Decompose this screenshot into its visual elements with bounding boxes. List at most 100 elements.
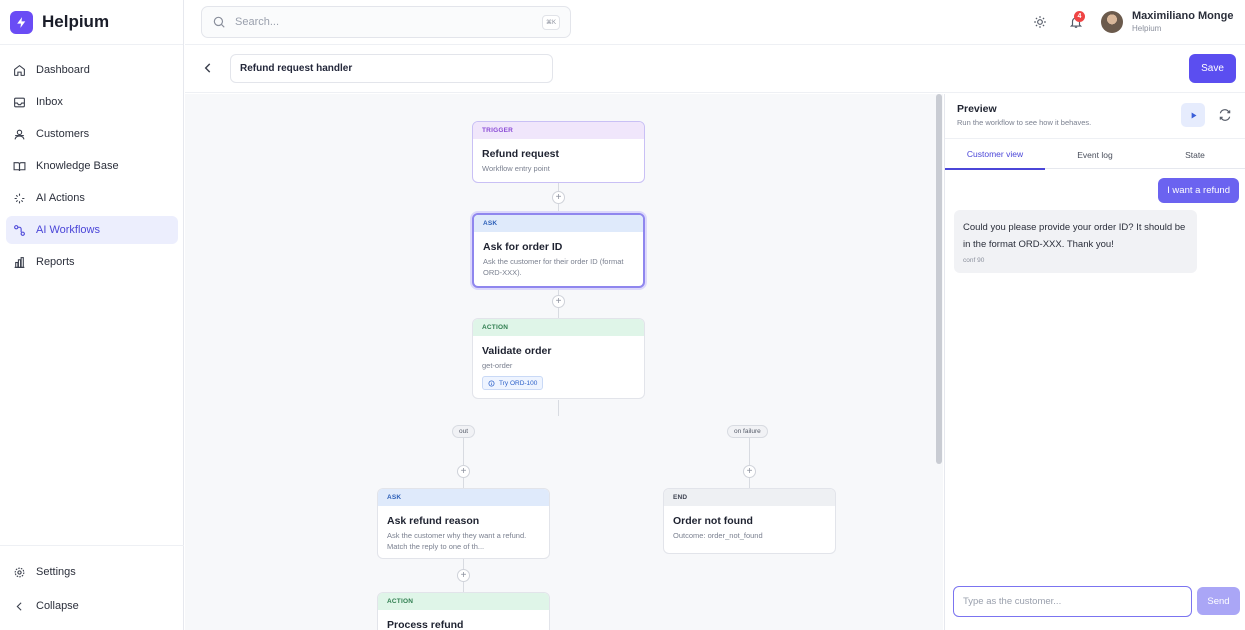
sidebar-item-label: Reports xyxy=(36,256,75,268)
add-step-button[interactable]: + xyxy=(743,465,756,478)
workflow-node-trigger[interactable]: TRIGGER Refund request Workflow entry po… xyxy=(472,121,645,183)
customer-message-input[interactable]: Type as the customer... xyxy=(953,586,1192,617)
reset-icon[interactable] xyxy=(1218,108,1232,122)
brand[interactable]: Helpium xyxy=(0,0,183,45)
bot-message-confidence: conf 90 xyxy=(963,257,985,264)
sidebar-item-dashboard[interactable]: Dashboard xyxy=(6,56,178,84)
sidebar-item-collapse[interactable]: Collapse xyxy=(6,592,178,620)
send-button[interactable]: Send xyxy=(1197,587,1240,615)
chevron-left-icon xyxy=(16,601,22,611)
tab-event-log[interactable]: Event log xyxy=(1045,139,1145,170)
node-description: get-order xyxy=(482,361,513,370)
sidebar-item-label: Customers xyxy=(36,128,90,140)
try-sample-chip[interactable]: Try ORD-100 xyxy=(482,376,544,390)
inbox-icon xyxy=(14,97,25,107)
user-message: I want a refund xyxy=(1158,178,1239,203)
connector-line xyxy=(749,438,750,465)
theme-toggle-sun-icon[interactable] xyxy=(1033,15,1047,29)
notification-badge: 4 xyxy=(1074,11,1085,22)
node-title: Refund request xyxy=(482,148,560,160)
sidebar-item-label: AI Actions xyxy=(36,192,85,204)
workflow-header: Refund request handler Save xyxy=(185,46,1245,93)
preview-subtitle: Run the workflow to see how it behaves. xyxy=(957,118,1092,127)
bot-message-text: Could you please provide your order ID? … xyxy=(963,222,1186,250)
branch-label-out: out xyxy=(452,425,476,438)
sidebar-item-label: Settings xyxy=(36,566,76,578)
add-step-button[interactable]: + xyxy=(457,465,470,478)
user-name[interactable]: Maximiliano Monge xyxy=(1132,10,1233,22)
workflow-canvas[interactable]: + + out on failure + + + TRIGGER Refund … xyxy=(185,94,943,630)
preview-title: Preview xyxy=(957,103,997,115)
search-shortcut: ⌘K xyxy=(542,15,560,30)
preview-tabs: Customer view Event log State xyxy=(945,138,1245,170)
connector-line xyxy=(558,400,559,416)
node-type-label: ASK xyxy=(474,215,643,232)
home-icon xyxy=(14,64,25,76)
workflow-node-ask-refund-reason[interactable]: ASK Ask refund reason Ask the customer w… xyxy=(377,488,550,559)
brand-name: Helpium xyxy=(42,12,110,31)
node-title: Validate order xyxy=(482,345,552,357)
node-type-label: ACTION xyxy=(378,593,549,610)
sidebar: Helpium Dashboard Inbox Customers Knowle… xyxy=(0,0,184,630)
chart-icon xyxy=(14,256,25,268)
sidebar-item-reports[interactable]: Reports xyxy=(6,248,178,276)
sidebar-item-label: Collapse xyxy=(36,600,79,612)
tab-customer-view[interactable]: Customer view xyxy=(945,139,1045,170)
play-icon xyxy=(1191,112,1196,118)
sidebar-item-inbox[interactable]: Inbox xyxy=(6,88,178,116)
workflow-node-order-not-found[interactable]: END Order not found Outcome: order_not_f… xyxy=(663,488,836,554)
sidebar-item-label: Knowledge Base xyxy=(36,160,119,172)
node-description: Ask the customer for their order ID (for… xyxy=(483,257,624,277)
sidebar-item-knowledge-base[interactable]: Knowledge Base xyxy=(6,152,178,180)
sidebar-footer: Settings Collapse xyxy=(0,545,184,626)
workflow-name-input[interactable]: Refund request handler xyxy=(230,54,553,83)
node-type-label: TRIGGER xyxy=(473,122,644,139)
workflow-node-process-refund[interactable]: ACTION Process refund xyxy=(377,592,550,630)
node-title: Ask for order ID xyxy=(483,241,563,253)
node-type-label: END xyxy=(664,489,835,506)
connector-line xyxy=(463,438,464,465)
book-icon xyxy=(13,161,26,171)
lightning-logo-icon xyxy=(10,10,33,34)
save-button[interactable]: Save xyxy=(1189,54,1236,83)
sidebar-item-settings[interactable]: Settings xyxy=(6,558,178,586)
node-title: Ask refund reason xyxy=(387,515,480,527)
connector-line xyxy=(463,478,464,488)
sparkle-icon xyxy=(14,193,25,203)
connector-line xyxy=(463,559,464,569)
info-icon xyxy=(488,380,495,386)
branch-label-on-failure: on failure xyxy=(727,425,768,438)
gear-icon xyxy=(14,567,25,577)
tab-state[interactable]: State xyxy=(1145,139,1245,170)
canvas-scrollbar[interactable] xyxy=(936,94,942,464)
sidebar-item-label: AI Workflows xyxy=(36,224,100,236)
add-step-button[interactable]: + xyxy=(457,569,470,582)
run-preview-button[interactable] xyxy=(1181,103,1205,127)
back-chevron-icon[interactable] xyxy=(201,60,215,76)
workflow-node-validate-order[interactable]: ACTION Validate order get-order Try ORD-… xyxy=(472,318,645,399)
sidebar-item-ai-workflows[interactable]: AI Workflows xyxy=(6,216,178,244)
search-icon xyxy=(213,16,225,28)
node-description: Workflow entry point xyxy=(482,164,550,173)
add-step-button[interactable]: + xyxy=(552,295,565,308)
chip-label: Try ORD-100 xyxy=(499,379,538,387)
workflow-node-ask-order-id[interactable]: ASK Ask for order ID Ask the customer fo… xyxy=(472,213,645,288)
avatar[interactable] xyxy=(1101,11,1123,33)
connector-line xyxy=(558,308,559,318)
node-description: Ask the customer why they want a refund.… xyxy=(387,531,527,551)
workflow-icon xyxy=(14,224,25,236)
sidebar-item-customers[interactable]: Customers xyxy=(6,120,178,148)
preview-panel: Preview Run the workflow to see how it b… xyxy=(944,94,1245,630)
users-icon xyxy=(14,129,25,139)
sidebar-item-ai-actions[interactable]: AI Actions xyxy=(6,184,178,212)
search-input[interactable]: Search... ⌘K xyxy=(201,6,571,38)
main-nav: Dashboard Inbox Customers Knowledge Base… xyxy=(0,56,184,280)
connector-line xyxy=(749,478,750,488)
node-type-label: ACTION xyxy=(473,319,644,336)
add-step-button[interactable]: + xyxy=(552,191,565,204)
sidebar-item-label: Dashboard xyxy=(36,64,90,76)
bot-message: Could you please provide your order ID? … xyxy=(954,210,1197,273)
sidebar-item-label: Inbox xyxy=(36,96,63,108)
topbar: Search... ⌘K 4 Maximiliano Monge Helpium xyxy=(185,0,1245,45)
node-description: Outcome: order_not_found xyxy=(673,531,763,540)
